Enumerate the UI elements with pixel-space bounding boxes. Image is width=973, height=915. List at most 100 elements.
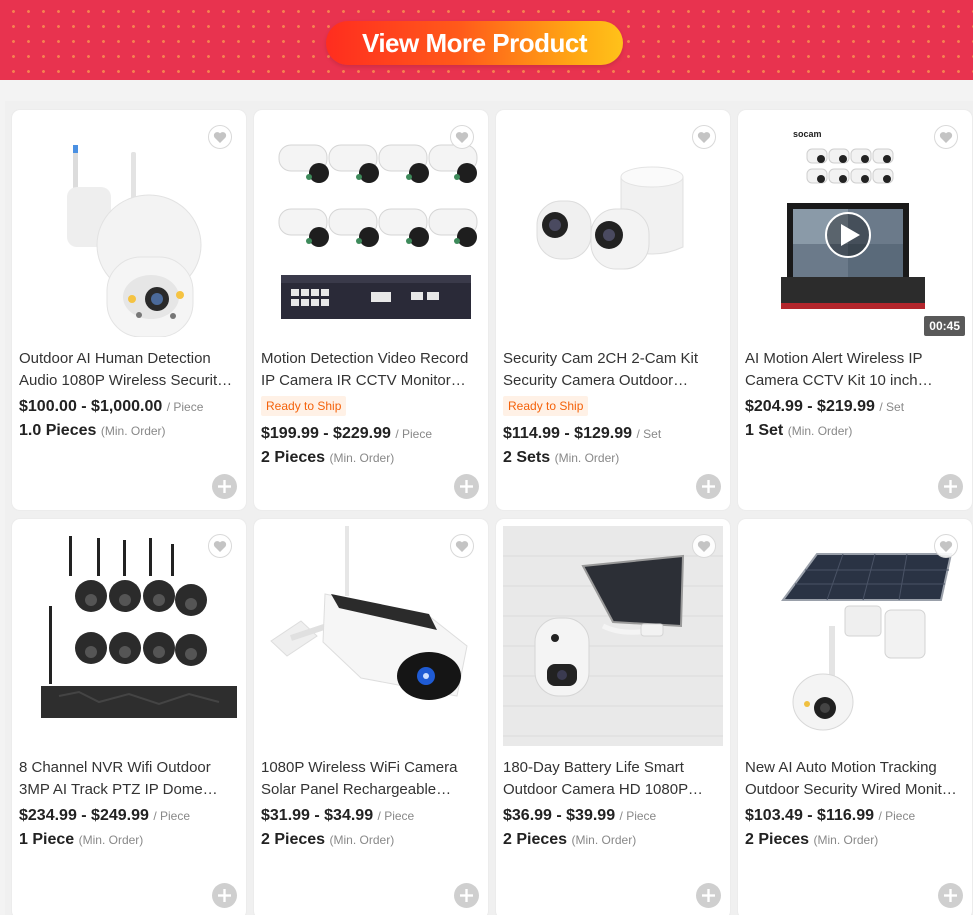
product-title[interactable]: 180-Day Battery Life Smart Outdoor Camer…	[503, 757, 721, 801]
product-info: Ready to Ship $114.99 - $129.99 / Set 2 …	[503, 396, 725, 469]
moq-value: 1.0 Pieces	[19, 422, 97, 439]
product-info: $234.99 - $249.99 / Piece 1 Piece (Min. …	[19, 805, 241, 851]
svg-text:socam: socam	[793, 129, 822, 139]
min-order: 1 Set (Min. Order)	[745, 420, 967, 442]
favorite-heart-icon[interactable]	[208, 534, 232, 558]
moq-value: 2 Pieces	[261, 831, 326, 848]
min-order: 2 Sets (Min. Order)	[503, 447, 725, 469]
favorite-heart-icon[interactable]	[692, 125, 716, 149]
favorite-heart-icon[interactable]	[450, 125, 474, 149]
product-card[interactable]: 8 Channel NVR Wifi Outdoor 3MP AI Track …	[12, 519, 246, 915]
favorite-heart-icon[interactable]	[934, 125, 958, 149]
product-info: $31.99 - $34.99 / Piece 2 Pieces (Min. O…	[261, 805, 483, 851]
favorite-heart-icon[interactable]	[450, 534, 474, 558]
product-card[interactable]: New AI Auto Motion Tracking Outdoor Secu…	[738, 519, 972, 915]
product-image[interactable]: socam	[745, 117, 965, 337]
moq-value: 1 Set	[745, 422, 784, 439]
product-image[interactable]	[503, 117, 723, 337]
moq-value: 2 Pieces	[745, 831, 810, 848]
min-order: 2 Pieces (Min. Order)	[503, 829, 725, 851]
product-image[interactable]	[503, 526, 723, 746]
product-info: Ready to Ship $199.99 - $229.99 / Piece …	[261, 396, 483, 469]
price-value: $114.99 - $129.99	[503, 425, 633, 442]
price-value: $204.99 - $219.99	[745, 398, 875, 415]
add-plus-icon[interactable]	[696, 474, 721, 499]
product-title[interactable]: New AI Auto Motion Tracking Outdoor Secu…	[745, 757, 963, 801]
price-unit: / Piece	[878, 809, 916, 823]
add-plus-icon[interactable]	[454, 474, 479, 499]
moq-value: 2 Pieces	[503, 831, 568, 848]
moq-value: 1 Piece	[19, 831, 75, 848]
moq-label: (Min. Order)	[813, 833, 879, 847]
product-title[interactable]: AI Motion Alert Wireless IP Camera CCTV …	[745, 348, 963, 392]
product-info: $36.99 - $39.99 / Piece 2 Pieces (Min. O…	[503, 805, 725, 851]
price-range: $234.99 - $249.99 / Piece	[19, 805, 241, 827]
ready-to-ship-badge: Ready to Ship	[503, 396, 589, 416]
price-range: $36.99 - $39.99 / Piece	[503, 805, 725, 827]
price-range: $204.99 - $219.99 / Set	[745, 396, 967, 418]
moq-label: (Min. Order)	[100, 424, 166, 438]
favorite-heart-icon[interactable]	[934, 534, 958, 558]
product-image[interactable]	[261, 526, 481, 746]
add-plus-icon[interactable]	[212, 474, 237, 499]
min-order: 2 Pieces (Min. Order)	[261, 447, 483, 469]
add-plus-icon[interactable]	[938, 474, 963, 499]
price-value: $36.99 - $39.99	[503, 807, 616, 824]
product-card[interactable]: Security Cam 2CH 2-Cam Kit Security Came…	[496, 110, 730, 510]
favorite-heart-icon[interactable]	[692, 534, 716, 558]
product-image[interactable]	[745, 526, 965, 746]
add-plus-icon[interactable]	[938, 883, 963, 908]
add-plus-icon[interactable]	[696, 883, 721, 908]
ready-to-ship-badge: Ready to Ship	[261, 396, 347, 416]
product-title[interactable]: 1080P Wireless WiFi Camera Solar Panel R…	[261, 757, 479, 801]
price-range: $100.00 - $1,000.00 / Piece	[19, 396, 241, 418]
price-range: $31.99 - $34.99 / Piece	[261, 805, 483, 827]
product-info: $100.00 - $1,000.00 / Piece 1.0 Pieces (…	[19, 396, 241, 442]
product-card[interactable]: socam 00:45 AI Motion Alert Wireless IP …	[738, 110, 972, 510]
product-title[interactable]: Security Cam 2CH 2-Cam Kit Security Came…	[503, 348, 721, 392]
price-unit: / Piece	[395, 427, 433, 441]
add-plus-icon[interactable]	[212, 883, 237, 908]
product-info: $204.99 - $219.99 / Set 1 Set (Min. Orde…	[745, 396, 967, 442]
view-more-product-button[interactable]: View More Product	[326, 21, 623, 65]
product-image[interactable]	[261, 117, 481, 337]
product-card[interactable]: Motion Detection Video Record IP Camera …	[254, 110, 488, 510]
price-value: $31.99 - $34.99	[261, 807, 374, 824]
price-unit: / Piece	[377, 809, 415, 823]
promo-banner: View More Product	[0, 0, 973, 80]
min-order: 2 Pieces (Min. Order)	[745, 829, 967, 851]
product-image[interactable]	[19, 526, 239, 746]
price-range: $103.49 - $116.99 / Piece	[745, 805, 967, 827]
product-title[interactable]: Outdoor AI Human Detection Audio 1080P W…	[19, 348, 237, 392]
product-card[interactable]: Outdoor AI Human Detection Audio 1080P W…	[12, 110, 246, 510]
moq-value: 2 Pieces	[261, 449, 326, 466]
price-value: $103.49 - $116.99	[745, 807, 875, 824]
product-title[interactable]: 8 Channel NVR Wifi Outdoor 3MP AI Track …	[19, 757, 237, 801]
product-card[interactable]: 1080P Wireless WiFi Camera Solar Panel R…	[254, 519, 488, 915]
price-unit: / Piece	[166, 400, 204, 414]
product-title[interactable]: Motion Detection Video Record IP Camera …	[261, 348, 479, 392]
price-unit: / Piece	[619, 809, 657, 823]
moq-label: (Min. Order)	[329, 833, 395, 847]
min-order: 1 Piece (Min. Order)	[19, 829, 241, 851]
price-unit: / Set	[879, 400, 905, 414]
price-value: $199.99 - $229.99	[261, 425, 391, 442]
moq-label: (Min. Order)	[571, 833, 637, 847]
product-info: $103.49 - $116.99 / Piece 2 Pieces (Min.…	[745, 805, 967, 851]
moq-value: 2 Sets	[503, 449, 551, 466]
price-unit: / Piece	[153, 809, 191, 823]
video-duration: 00:45	[924, 316, 965, 336]
min-order: 2 Pieces (Min. Order)	[261, 829, 483, 851]
product-card[interactable]: 180-Day Battery Life Smart Outdoor Camer…	[496, 519, 730, 915]
moq-label: (Min. Order)	[329, 451, 395, 465]
moq-label: (Min. Order)	[787, 424, 853, 438]
price-range: $199.99 - $229.99 / Piece	[261, 423, 483, 445]
add-plus-icon[interactable]	[454, 883, 479, 908]
moq-label: (Min. Order)	[554, 451, 620, 465]
product-image[interactable]	[19, 117, 239, 337]
product-grid-panel: Outdoor AI Human Detection Audio 1080P W…	[5, 101, 973, 915]
price-unit: / Set	[636, 427, 662, 441]
favorite-heart-icon[interactable]	[208, 125, 232, 149]
price-range: $114.99 - $129.99 / Set	[503, 423, 725, 445]
price-value: $100.00 - $1,000.00	[19, 398, 163, 415]
